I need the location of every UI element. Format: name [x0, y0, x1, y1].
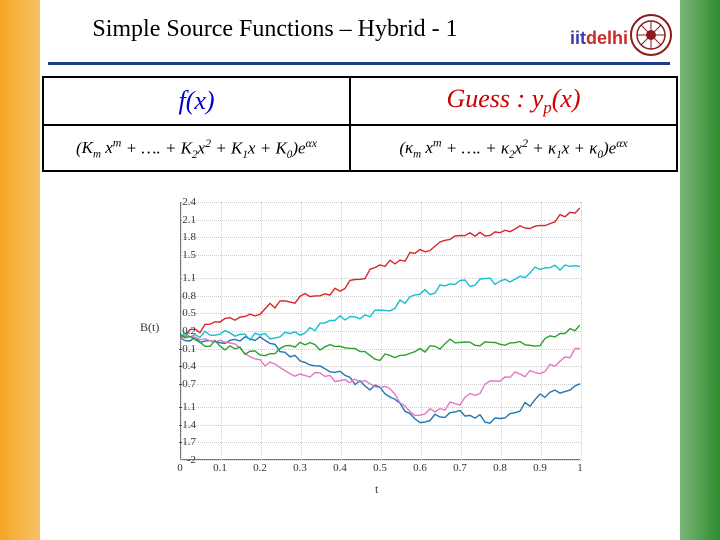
- chart-ytick: 1.1: [182, 272, 196, 284]
- chart-ytick: -1.7: [179, 436, 196, 448]
- chart-xtick: 0.1: [213, 462, 227, 474]
- chart-ytick: -0.1: [179, 343, 196, 355]
- chart-series: [180, 202, 580, 460]
- chart-ytick: -0.4: [179, 360, 196, 372]
- chart-ylabel: B(t): [140, 320, 159, 335]
- chart-xtick: 0.3: [293, 462, 307, 474]
- series-red: [180, 208, 580, 337]
- series-cyan: [180, 265, 580, 340]
- chart-xtick: 0.5: [373, 462, 387, 474]
- series-green: [180, 325, 580, 360]
- chart-ytick: 2.4: [182, 196, 196, 208]
- chart-ytick: 2.1: [182, 214, 196, 226]
- chart-xtick: 0: [177, 462, 183, 474]
- chart: B(t) t -2 -1.7 -1.4 -1.1 -0.7 -0.4 -0.1 0.2 0.5 0…: [120, 192, 600, 512]
- chart-xtick: 0.2: [253, 462, 267, 474]
- chart-xtick: 1: [577, 462, 583, 474]
- col-header-guess: Guess : yp(x): [350, 77, 677, 125]
- chart-xtick: 0.8: [493, 462, 507, 474]
- chart-xtick: 0.6: [413, 462, 427, 474]
- brand-delhi: delhi: [586, 28, 628, 48]
- chart-ytick: -1.4: [179, 419, 196, 431]
- chart-ytick: 0.2: [182, 325, 196, 337]
- chart-xtick: 0.7: [453, 462, 467, 474]
- chart-ytick: 1.8: [182, 231, 196, 243]
- chart-xtick: 0.4: [333, 462, 347, 474]
- chart-ytick: -1.1: [179, 401, 196, 413]
- guess-expression: (κm xm + …. + κ2x2 + κ1x + κ0)eαx: [350, 125, 677, 171]
- chart-xtick: 0.9: [533, 462, 547, 474]
- chart-ytick: 0.8: [182, 290, 196, 302]
- title-divider: [48, 62, 670, 65]
- col-header-fx: f(x): [43, 77, 350, 125]
- chart-ytick: -2: [187, 454, 196, 466]
- chart-xlabel: t: [375, 482, 378, 497]
- chart-ytick: -0.7: [179, 378, 196, 390]
- page-title: Simple Source Functions – Hybrid - 1: [60, 16, 490, 43]
- functions-table: f(x) Guess : yp(x) (Km xm + …. + K2x2 + …: [42, 76, 678, 172]
- series-blue: [180, 337, 580, 424]
- brand-iit: iit: [570, 28, 586, 48]
- fx-expression: (Km xm + …. + K2x2 + K1x + K0)eαx: [43, 125, 350, 171]
- iitd-logo-icon: [630, 14, 672, 56]
- chart-ytick: 1.5: [182, 249, 196, 261]
- brand-text: iitdelhi: [570, 28, 628, 49]
- slide: Simple Source Functions – Hybrid - 1 iit…: [0, 0, 720, 540]
- chart-ytick: 0.5: [182, 307, 196, 319]
